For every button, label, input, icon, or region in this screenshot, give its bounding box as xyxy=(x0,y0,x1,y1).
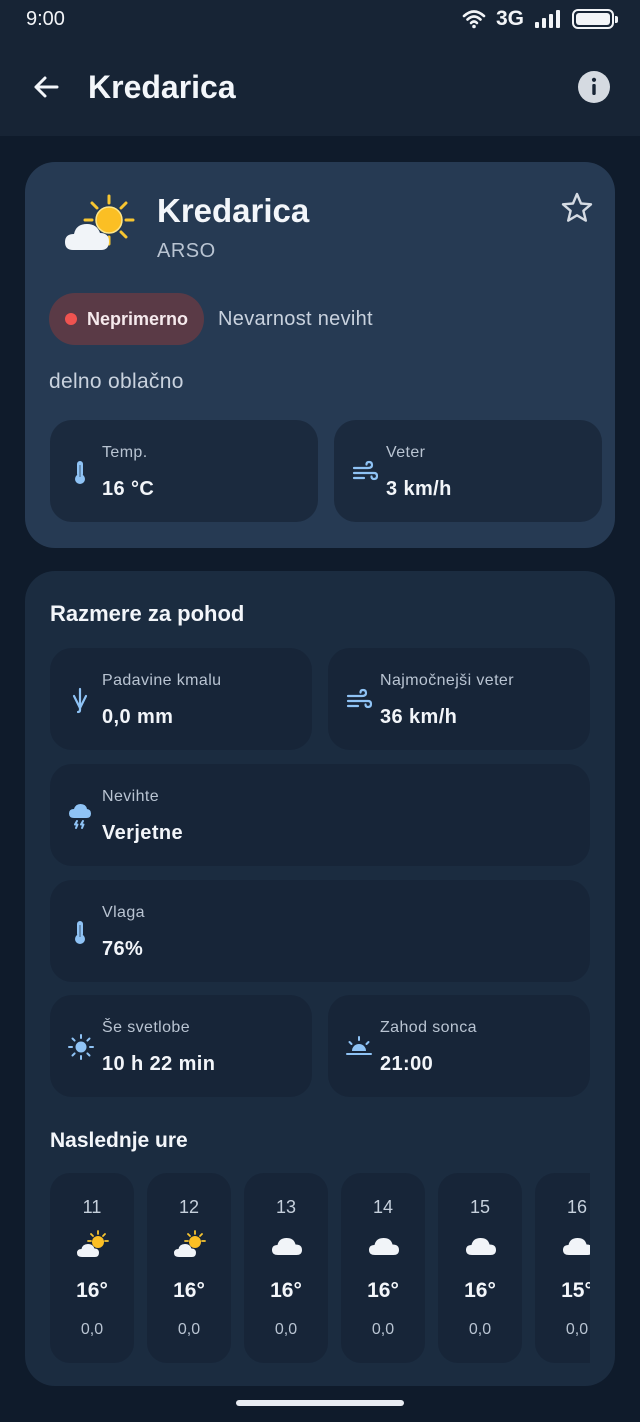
location-header: Kredarica ARSO xyxy=(63,188,585,278)
wind-icon xyxy=(352,460,378,481)
location-name: Kredarica xyxy=(157,192,310,229)
umbrella-icon xyxy=(72,687,88,714)
sunset-value: 21:00 xyxy=(380,1053,434,1075)
thermometer-icon xyxy=(75,921,85,944)
daylight-value: 10 h 22 min xyxy=(102,1053,216,1075)
thunderstorm-value: Verjetne xyxy=(102,822,184,844)
network-type: 3G xyxy=(495,7,524,30)
hour-temp: 16° xyxy=(367,1279,399,1302)
back-button[interactable] xyxy=(24,65,68,109)
sun-icon xyxy=(68,1034,94,1060)
hour-temp: 16° xyxy=(270,1279,302,1302)
precipitation-value: 0,0 mm xyxy=(102,706,174,728)
wind-icon xyxy=(346,688,372,709)
status-time: 9:00 xyxy=(26,7,65,30)
hourly-item[interactable]: 11 16° 0,0 xyxy=(50,1173,134,1363)
hour-label: 15 xyxy=(469,1197,491,1217)
star-icon xyxy=(561,192,593,222)
temperature-value: 16 °C xyxy=(102,478,155,500)
wifi-icon xyxy=(462,10,486,29)
signal-icon xyxy=(535,10,560,28)
hour-label: 14 xyxy=(372,1197,394,1217)
hour-precip: 0,0 xyxy=(565,1321,589,1338)
location-card: Kredarica ARSO Neprimerno Nevarnost nevi… xyxy=(25,162,615,548)
humidity-label: Vlaga xyxy=(102,904,145,921)
partly-cloudy-icon xyxy=(65,194,135,250)
arrow-left-icon xyxy=(34,76,59,98)
cloud-icon xyxy=(369,1238,399,1255)
hazard-text: Nevarnost neviht xyxy=(218,307,373,330)
status-icons: 3G xyxy=(462,7,618,31)
status-bar: 9:00 3G xyxy=(0,0,640,38)
gust-tile: Najmočnejši veter 36 km/h xyxy=(328,648,590,750)
thunderstorm-label: Nevihte xyxy=(102,788,160,805)
hour-precip: 0,0 xyxy=(371,1321,395,1338)
hour-label: 11 xyxy=(82,1197,102,1217)
cloud-icon xyxy=(563,1238,590,1255)
temperature-label: Temp. xyxy=(102,444,148,461)
hour-temp: 15° xyxy=(561,1279,590,1302)
humidity-value: 76% xyxy=(102,938,144,960)
partly-cloudy-icon xyxy=(77,1230,109,1257)
data-source: ARSO xyxy=(157,240,216,262)
gust-value: 36 km/h xyxy=(380,706,458,728)
hour-precip: 0,0 xyxy=(177,1321,201,1338)
temperature-tile: Temp. 16 °C xyxy=(50,420,318,522)
hike-conditions-card: Razmere za pohod Padavine kmalu 0,0 mm N… xyxy=(25,571,615,1386)
home-indicator[interactable] xyxy=(236,1400,404,1406)
hour-label: 13 xyxy=(275,1197,297,1217)
hourly-item[interactable]: 16 15° 0,0 xyxy=(535,1173,590,1363)
app-bar: Kredarica xyxy=(0,38,640,136)
hour-precip: 0,0 xyxy=(274,1321,298,1338)
thermometer-icon xyxy=(75,461,85,484)
sunset-label: Zahod sonca xyxy=(380,1019,477,1036)
hour-temp: 16° xyxy=(173,1279,205,1302)
battery-icon xyxy=(572,9,618,29)
hourly-item[interactable]: 13 16° 0,0 xyxy=(244,1173,328,1363)
wind-tile: Veter 3 km/h xyxy=(334,420,602,522)
wind-label: Veter xyxy=(386,444,426,461)
info-icon xyxy=(578,71,610,103)
hazard-row: Neprimerno Nevarnost neviht xyxy=(49,293,373,345)
status-dot-icon xyxy=(65,313,77,325)
hourly-item[interactable]: 14 16° 0,0 xyxy=(341,1173,425,1363)
hour-precip: 0,0 xyxy=(80,1321,104,1338)
hour-label: 16 xyxy=(566,1197,588,1217)
sunset-icon xyxy=(346,1036,372,1055)
precipitation-tile: Padavine kmalu 0,0 mm xyxy=(50,648,312,750)
cloud-icon xyxy=(272,1238,302,1255)
gust-label: Najmočnejši veter xyxy=(380,672,514,689)
page-title: Kredarica xyxy=(88,68,236,105)
thunderstorm-icon xyxy=(69,804,91,829)
thunderstorm-tile: Nevihte Verjetne xyxy=(50,764,590,866)
hike-section-title: Razmere za pohod xyxy=(50,601,245,626)
hourly-item[interactable]: 15 16° 0,0 xyxy=(438,1173,522,1363)
wind-value: 3 km/h xyxy=(386,478,452,500)
hour-label: 12 xyxy=(178,1197,200,1217)
precipitation-label: Padavine kmalu xyxy=(102,672,222,689)
hourly-forecast-list[interactable]: 11 16° 0,0 12 16° 0,0 13 16° 0,0 14 16° … xyxy=(50,1173,590,1363)
info-button[interactable] xyxy=(572,65,616,109)
daylight-tile: Še svetlobe 10 h 22 min xyxy=(50,995,312,1097)
hour-temp: 16° xyxy=(464,1279,496,1302)
partly-cloudy-icon xyxy=(174,1230,206,1257)
hour-temp: 16° xyxy=(76,1279,108,1302)
cloud-icon xyxy=(466,1238,496,1255)
hour-precip: 0,0 xyxy=(468,1321,492,1338)
weather-condition: delno oblačno xyxy=(49,370,184,393)
favorite-button[interactable] xyxy=(557,188,597,228)
humidity-tile: Vlaga 76% xyxy=(50,880,590,982)
status-badge: Neprimerno xyxy=(49,293,205,345)
status-badge-label: Neprimerno xyxy=(87,308,189,329)
hourly-section-title: Naslednje ure xyxy=(50,1129,188,1152)
hourly-item[interactable]: 12 16° 0,0 xyxy=(147,1173,231,1363)
sunset-tile: Zahod sonca 21:00 xyxy=(328,995,590,1097)
daylight-label: Še svetlobe xyxy=(102,1019,191,1036)
